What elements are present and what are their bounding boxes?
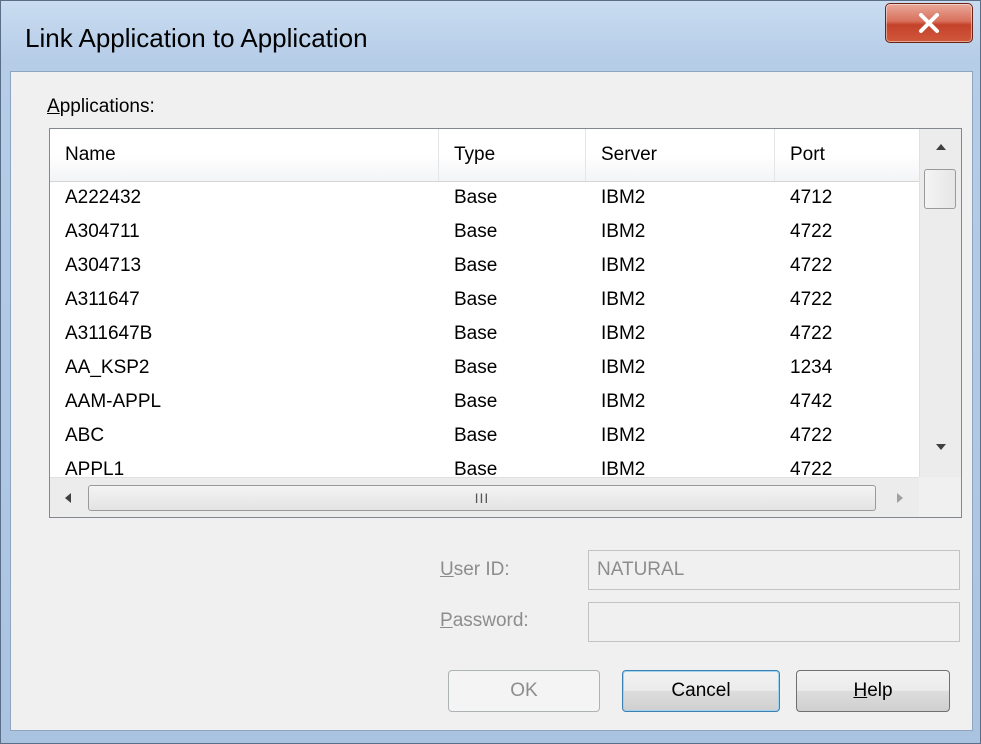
password-label-text: assword: xyxy=(452,610,529,631)
scroll-corner xyxy=(919,477,961,517)
user-id-label-text: ser ID: xyxy=(453,559,510,580)
column-header-server[interactable]: Server xyxy=(586,129,775,181)
horizontal-scrollbar[interactable]: III xyxy=(50,477,919,517)
cell-server: IBM2 xyxy=(601,323,646,344)
cell-server: IBM2 xyxy=(601,187,646,208)
table-row[interactable]: A311647B Base IBM2 4722 xyxy=(50,317,919,351)
cell-server: IBM2 xyxy=(601,289,646,310)
title-bar[interactable]: Link Application to Application xyxy=(1,1,980,71)
vertical-scroll-thumb[interactable] xyxy=(924,169,956,209)
cancel-button[interactable]: Cancel xyxy=(622,670,780,712)
scroll-left-button[interactable] xyxy=(50,478,86,517)
cell-port: 4722 xyxy=(790,289,833,310)
close-button[interactable] xyxy=(885,3,973,43)
cell-name: ABC xyxy=(65,425,105,446)
scroll-right-button[interactable] xyxy=(882,478,918,517)
column-header-name[interactable]: Name xyxy=(50,129,439,181)
cell-type: Base xyxy=(454,221,498,242)
cell-server: IBM2 xyxy=(601,391,646,412)
cell-name: A222432 xyxy=(65,187,142,208)
cell-name: A311647B xyxy=(65,323,153,344)
scroll-grip: III xyxy=(474,490,490,506)
cell-type: Base xyxy=(454,255,498,276)
help-button-label: elp xyxy=(867,680,893,701)
horizontal-scroll-thumb[interactable]: III xyxy=(88,485,876,511)
cell-type: Base xyxy=(454,357,498,378)
help-mnemonic: H xyxy=(853,680,868,701)
cell-port: 4722 xyxy=(790,323,833,344)
dialog-client-area: Applications: Name Type Server Port A222… xyxy=(10,71,973,731)
cell-type: Base xyxy=(454,289,498,310)
arrow-up-icon xyxy=(935,144,946,150)
table-row[interactable]: A222432 Base IBM2 4712 xyxy=(50,181,919,215)
cell-name: AAM-APPL xyxy=(65,391,162,412)
ok-button[interactable]: OK xyxy=(448,670,600,712)
dialog-window: Link Application to Application Applicat… xyxy=(0,0,981,744)
cell-type: Base xyxy=(454,425,498,446)
arrow-right-icon xyxy=(897,492,903,503)
cell-port: 4722 xyxy=(790,425,833,446)
cell-server: IBM2 xyxy=(601,425,646,446)
table-row[interactable]: A304711 Base IBM2 4722 xyxy=(50,215,919,249)
arrow-left-icon xyxy=(65,492,71,503)
cell-port: 4712 xyxy=(790,187,833,208)
table-row[interactable]: A311647 Base IBM2 4722 xyxy=(50,283,919,317)
close-icon xyxy=(919,13,939,33)
applications-label: Applications: xyxy=(47,96,155,118)
column-header-type[interactable]: Type xyxy=(439,129,586,181)
cell-name: A304713 xyxy=(65,255,142,276)
cell-port: 4742 xyxy=(790,391,833,412)
user-id-label: User ID: xyxy=(440,559,510,581)
cell-type: Base xyxy=(454,187,498,208)
cell-type: Base xyxy=(454,323,498,344)
table-row[interactable]: ABC Base IBM2 4722 xyxy=(50,419,919,453)
applications-list[interactable]: Name Type Server Port A222432 Base IBM2 … xyxy=(49,128,962,518)
applications-label-text: pplications: xyxy=(59,96,155,117)
list-header: Name Type Server Port xyxy=(50,129,919,182)
cell-server: IBM2 xyxy=(601,255,646,276)
applications-label-mnemonic: A xyxy=(47,96,60,117)
password-mnemonic: P xyxy=(440,610,453,631)
column-header-port[interactable]: Port xyxy=(775,129,919,181)
cell-server: IBM2 xyxy=(601,221,646,242)
scroll-up-button[interactable] xyxy=(920,129,961,165)
arrow-down-icon xyxy=(935,444,946,450)
user-id-field[interactable]: NATURAL xyxy=(588,550,960,590)
help-button[interactable]: Help xyxy=(796,670,950,712)
cell-name: AA_KSP2 xyxy=(65,357,150,378)
cell-name: A304711 xyxy=(65,221,140,242)
table-row[interactable]: AA_KSP2 Base IBM2 1234 xyxy=(50,351,919,385)
cell-name: A311647 xyxy=(65,289,140,310)
window-title: Link Application to Application xyxy=(25,23,368,53)
password-field[interactable] xyxy=(588,602,960,642)
cell-port: 4722 xyxy=(790,221,833,242)
cell-port: 1234 xyxy=(790,357,833,378)
user-id-mnemonic: U xyxy=(440,559,454,580)
cell-port: 4722 xyxy=(790,255,833,276)
vertical-scrollbar[interactable] xyxy=(919,129,961,477)
table-row[interactable]: AAM-APPL Base IBM2 4742 xyxy=(50,385,919,419)
table-row[interactable]: A304713 Base IBM2 4722 xyxy=(50,249,919,283)
cell-type: Base xyxy=(454,391,498,412)
password-label: Password: xyxy=(440,610,529,632)
scroll-down-button[interactable] xyxy=(920,429,961,465)
cell-server: IBM2 xyxy=(601,357,646,378)
